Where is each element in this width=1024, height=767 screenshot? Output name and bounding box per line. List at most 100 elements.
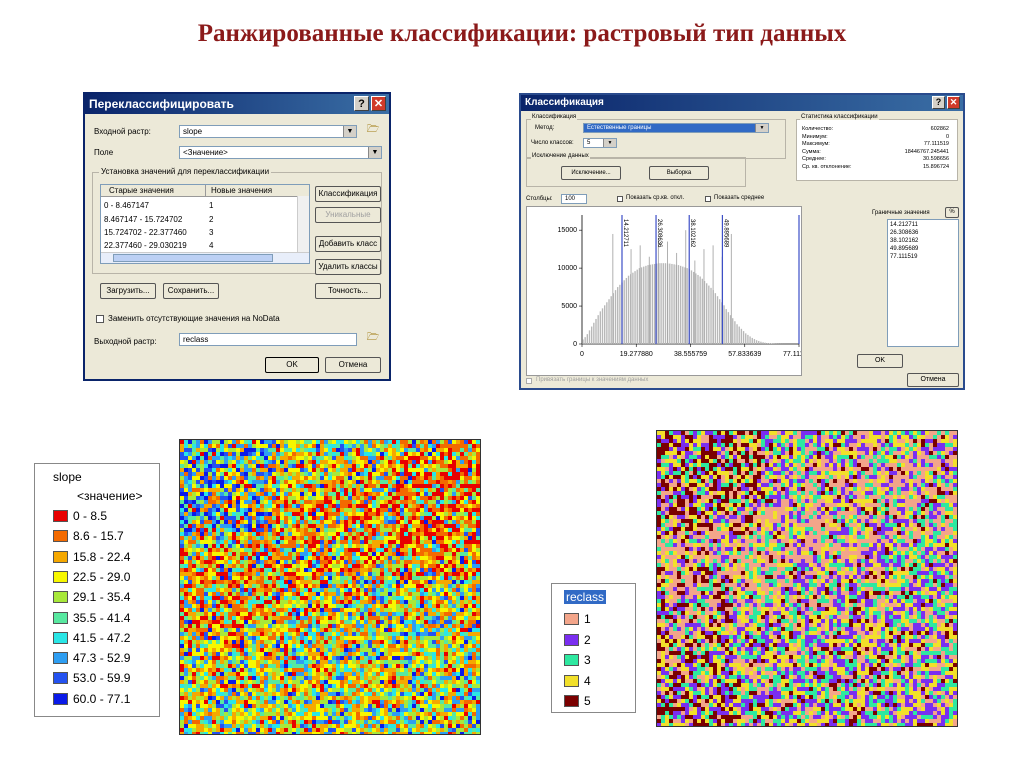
ok-button[interactable]: OK (857, 354, 903, 368)
classification-window: Классификация ? ✕ Классификация Метод: Е… (519, 93, 965, 390)
precision-button[interactable]: Точность... (315, 283, 381, 299)
histogram-spike (694, 260, 696, 344)
stat-name: Сумма: (802, 148, 821, 155)
show-std-checkbox[interactable] (617, 196, 623, 202)
open-folder-icon[interactable]: 🗁 (365, 124, 381, 137)
num-classes-value: 5 (587, 140, 591, 146)
reclassify-window: Переклассифицировать ? ✕ Входной растр: … (83, 92, 391, 381)
show-std-label: Показать ср.кв. откл. (626, 195, 685, 201)
method-label: Метод: (535, 125, 555, 131)
break-values-list[interactable]: 14.212711 26.308636 38.102162 49.895689 … (887, 219, 959, 347)
nodata-checkbox[interactable] (96, 315, 104, 323)
save-button[interactable]: Сохранить... (163, 283, 219, 299)
reclass-table[interactable]: Старые значения Новые значения 0 - 8.467… (100, 184, 310, 264)
legend-label: 22.5 - 29.0 (73, 569, 131, 584)
row-old-value[interactable]: 8.467147 - 15.724702 (104, 215, 182, 224)
input-raster-select[interactable]: slope ▼ (179, 125, 357, 138)
vertical-scrollbar[interactable] (297, 196, 309, 252)
legend-swatch (53, 652, 68, 665)
exclusion-group (526, 157, 746, 187)
open-folder-icon[interactable]: 🗁 (365, 332, 381, 345)
show-mean-checkbox[interactable] (705, 196, 711, 202)
y-tick-label: 0 (573, 341, 577, 348)
histogram-bar (651, 264, 654, 344)
histogram-bar (738, 326, 740, 344)
legend-label: 15.8 - 22.4 (73, 549, 131, 564)
field-label: Поле (94, 148, 114, 157)
method-value: Естественные границы (587, 125, 652, 131)
legend-swatch (564, 613, 579, 625)
legend-swatch (53, 631, 68, 644)
field-select[interactable]: <Значение> ▼ (179, 146, 382, 159)
legend-label: 2 (584, 632, 591, 647)
close-button[interactable]: ✕ (947, 96, 960, 109)
row-old-value[interactable]: 22.377460 - 29.030219 (104, 241, 187, 250)
help-button[interactable]: ? (932, 96, 945, 109)
row-old-value[interactable]: 15.724702 - 22.377460 (104, 228, 187, 237)
classification-window-title: Классификация (525, 97, 604, 108)
unique-button[interactable]: Уникальные (315, 207, 381, 223)
help-button[interactable]: ? (354, 96, 369, 111)
add-class-button[interactable]: Добавить класс (315, 236, 381, 252)
chevron-down-icon: ▼ (755, 124, 768, 132)
break-value-item[interactable]: 77.111519 (890, 254, 917, 260)
histogram-bar (747, 334, 749, 344)
histogram-bar (660, 263, 662, 344)
x-tick-label: 19.277880 (620, 351, 653, 358)
col-old-header[interactable]: Старые значения (109, 186, 174, 195)
method-select[interactable]: Естественные границы ▼ (583, 123, 769, 133)
delete-classes-button[interactable]: Удалить классы (315, 259, 381, 275)
break-value-item[interactable]: 26.308636 (890, 230, 918, 236)
stat-value: 602862 (930, 126, 949, 132)
slope-raster-map[interactable] (179, 439, 481, 735)
histogram-bar (662, 263, 664, 344)
columns-spinner[interactable]: 100 (561, 194, 587, 204)
row-new-value[interactable]: 3 (209, 228, 213, 237)
legend-swatch (53, 530, 68, 543)
histogram-bar (762, 342, 764, 344)
stats-group-label: Статистика классификации (800, 114, 879, 120)
histogram-chart[interactable]: 15000 10000 5000 00 19.277880 38.555759 57.833… (526, 206, 802, 376)
row-new-value[interactable]: 2 (209, 215, 213, 224)
histogram-bar (751, 337, 753, 344)
legend-label: 29.1 - 35.4 (73, 590, 131, 605)
horizontal-scrollbar[interactable] (101, 252, 309, 263)
histogram-spike (630, 249, 632, 344)
row-old-value[interactable]: 0 - 8.467147 (104, 201, 149, 210)
sample-button[interactable]: Выборка (649, 166, 709, 180)
reclassify-titlebar: Переклассифицировать ? ✕ (85, 94, 389, 114)
num-classes-select[interactable]: 5 ▼ (583, 138, 617, 148)
legend-label: 47.3 - 52.9 (73, 651, 131, 666)
col-new-header[interactable]: Новые значения (211, 186, 272, 195)
row-new-value[interactable]: 4 (209, 241, 213, 250)
row-new-value[interactable]: 1 (209, 201, 213, 210)
legend-label: 0 - 8.5 (73, 509, 108, 523)
histogram-bar (586, 334, 589, 344)
ok-button[interactable]: OK (265, 357, 319, 373)
close-button[interactable]: ✕ (371, 96, 386, 111)
output-raster-input[interactable]: reclass (179, 333, 357, 346)
histogram-bar (599, 311, 602, 344)
break-value-item[interactable]: 38.102162 (890, 238, 918, 244)
break-value-item[interactable]: 14.212711 (890, 222, 918, 228)
break-values-percent-button[interactable]: % (945, 207, 959, 218)
snap-breaks-checkbox[interactable] (526, 378, 532, 384)
histogram-spike (676, 252, 678, 344)
load-button[interactable]: Загрузить... (100, 283, 156, 299)
classify-button[interactable]: Классификация (315, 186, 381, 202)
stat-value: 30.598656 (923, 156, 949, 162)
histogram-bar (690, 270, 693, 344)
histogram-bar (758, 340, 760, 344)
x-tick-label: 38.555759 (674, 351, 707, 358)
cancel-button[interactable]: Отмена (325, 357, 381, 373)
cancel-button[interactable]: Отмена (907, 373, 959, 387)
histogram-bar (584, 337, 586, 344)
histogram-bar (734, 321, 736, 344)
reclass-raster-map[interactable] (656, 430, 958, 727)
break-value-item[interactable]: 49.895689 (890, 246, 918, 252)
exclusion-button[interactable]: Исключение... (561, 166, 621, 180)
histogram-bar (593, 322, 595, 344)
legend-label: 35.5 - 41.4 (73, 610, 131, 625)
reclass-raster-image (657, 431, 957, 726)
histogram-bar (723, 305, 725, 344)
